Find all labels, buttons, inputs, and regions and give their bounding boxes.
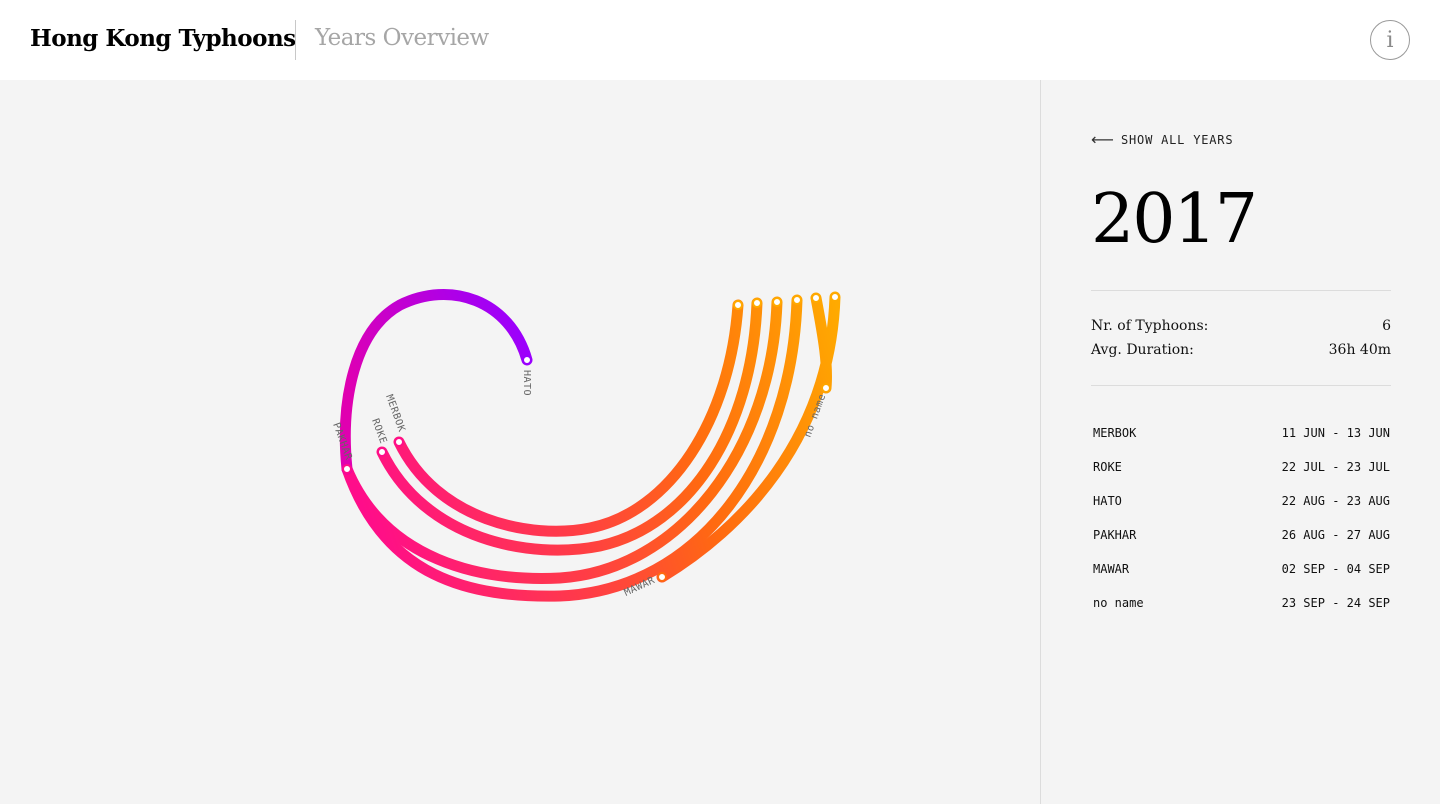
typhoon-dates: 02 SEP - 04 SEP <box>1281 562 1390 576</box>
stat-duration-label: Avg. Duration: <box>1091 342 1194 358</box>
stat-duration-value: 36h 40m <box>1328 342 1391 358</box>
typhoon-row-mawar[interactable]: MAWAR 02 SEP - 04 SEP <box>1093 562 1390 596</box>
typhoon-dates: 22 JUL - 23 JUL <box>1281 460 1390 474</box>
dot-roke <box>377 447 387 457</box>
typhoon-list: MERBOK 11 JUN - 13 JUN ROKE 22 JUL - 23 … <box>1093 426 1390 630</box>
arc-label-hato: HATO <box>521 370 532 396</box>
typhoon-arcs-svg: HATO MERBOK ROKE PAKHAR no name MAWAR <box>330 288 841 602</box>
arrow-left-icon: ⟵ <box>1091 130 1114 149</box>
header-divider <box>295 20 296 60</box>
typhoon-row-hato[interactable]: HATO 22 AUG - 23 AUG <box>1093 494 1390 528</box>
dot-no-name <box>821 383 831 393</box>
typhoon-name: MERBOK <box>1093 426 1137 440</box>
dot-top-6 <box>830 292 840 302</box>
arc-label-roke: ROKE <box>369 417 388 445</box>
dot-hato <box>522 355 532 365</box>
app-header: Hong Kong Typhoons Years Overview i <box>0 0 1440 80</box>
app-title[interactable]: Hong Kong Typhoons <box>30 25 296 52</box>
typhoon-name: MAWAR <box>1093 562 1130 576</box>
info-icon-glyph: i <box>1386 27 1394 53</box>
dot-top-1 <box>733 300 743 310</box>
typhoon-visualization: HATO MERBOK ROKE PAKHAR no name MAWAR <box>0 80 1040 804</box>
dot-top-4 <box>792 295 802 305</box>
year-title: 2017 <box>1091 180 1258 259</box>
divider-bottom <box>1091 385 1391 386</box>
typhoon-dates: 26 AUG - 27 AUG <box>1281 528 1390 542</box>
typhoon-row-pakhar[interactable]: PAKHAR 26 AUG - 27 AUG <box>1093 528 1390 562</box>
typhoon-name: PAKHAR <box>1093 528 1137 542</box>
info-icon[interactable]: i <box>1370 20 1410 60</box>
stat-count: Nr. of Typhoons: 6 <box>1091 318 1391 334</box>
dot-mawar <box>657 572 667 582</box>
typhoon-row-roke[interactable]: ROKE 22 JUL - 23 JUL <box>1093 460 1390 494</box>
show-all-years-label: SHOW ALL YEARS <box>1121 132 1234 147</box>
typhoon-row-merbok[interactable]: MERBOK 11 JUN - 13 JUN <box>1093 426 1390 460</box>
dot-merbok <box>394 437 404 447</box>
stat-count-value: 6 <box>1382 318 1391 334</box>
dot-top-2 <box>752 298 762 308</box>
typhoon-dates: 11 JUN - 13 JUN <box>1281 426 1390 440</box>
dot-top-5 <box>811 293 821 303</box>
typhoon-name: ROKE <box>1093 460 1122 474</box>
arc-hato[interactable] <box>339 288 533 475</box>
dot-top-3 <box>772 297 782 307</box>
dot-pakhar <box>342 464 352 474</box>
stat-count-label: Nr. of Typhoons: <box>1091 318 1209 334</box>
stat-duration: Avg. Duration: 36h 40m <box>1091 342 1391 358</box>
typhoon-name: HATO <box>1093 494 1122 508</box>
typhoon-row-no-name[interactable]: no name 23 SEP - 24 SEP <box>1093 596 1390 630</box>
year-detail-panel: ⟵ SHOW ALL YEARS 2017 Nr. of Typhoons: 6… <box>1040 80 1440 804</box>
typhoon-dates: 22 AUG - 23 AUG <box>1281 494 1390 508</box>
arc-label-merbok: MERBOK <box>383 393 407 434</box>
typhoon-name: no name <box>1093 596 1144 610</box>
divider-top <box>1091 290 1391 291</box>
page-subtitle: Years Overview <box>315 25 489 51</box>
typhoon-dates: 23 SEP - 24 SEP <box>1281 596 1390 610</box>
show-all-years-link[interactable]: ⟵ SHOW ALL YEARS <box>1091 130 1233 149</box>
